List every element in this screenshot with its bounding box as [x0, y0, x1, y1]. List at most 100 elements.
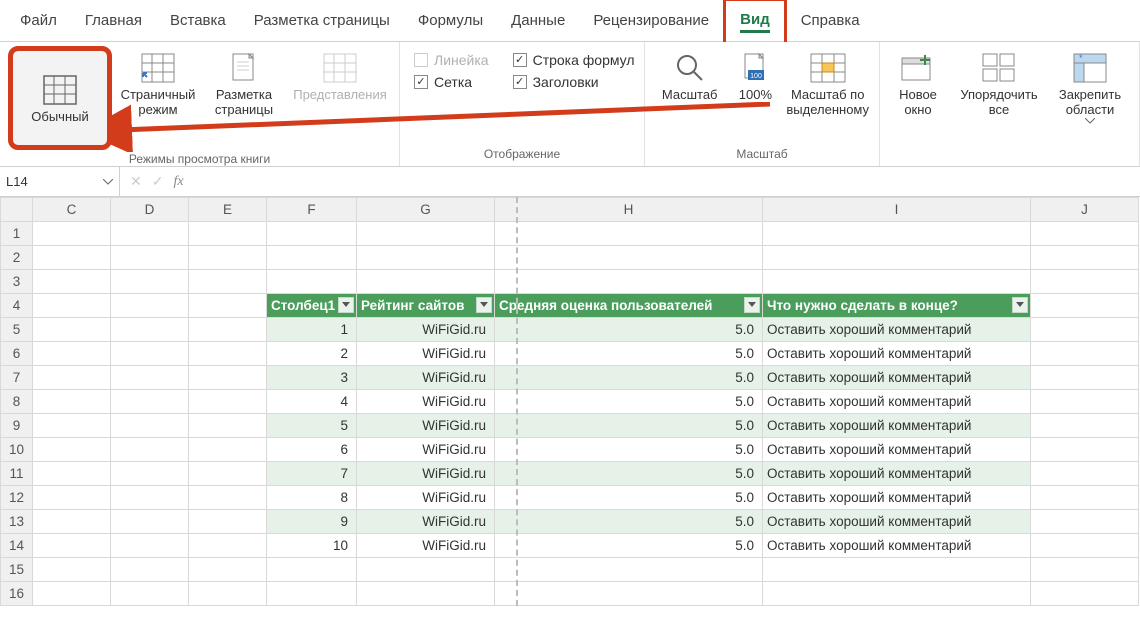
cell[interactable]	[33, 534, 111, 558]
cell[interactable]	[111, 558, 189, 582]
cell[interactable]: Оставить хороший комментарий	[763, 510, 1031, 534]
cell[interactable]	[33, 246, 111, 270]
cell[interactable]	[357, 246, 495, 270]
cell[interactable]: WiFiGid.ru	[357, 390, 495, 414]
cell[interactable]	[357, 558, 495, 582]
cell[interactable]	[111, 390, 189, 414]
cell[interactable]: Оставить хороший комментарий	[763, 462, 1031, 486]
filter-dropdown-icon[interactable]	[1012, 297, 1028, 313]
cell[interactable]	[33, 486, 111, 510]
zoom-to-selection-button[interactable]: Масштаб по выделенному	[784, 46, 871, 122]
tab-Формулы[interactable]: Формулы	[404, 2, 497, 39]
cell[interactable]	[111, 582, 189, 606]
cell[interactable]	[33, 414, 111, 438]
normal-view-button[interactable]: Обычный	[8, 46, 112, 150]
cell[interactable]	[1031, 438, 1139, 462]
cell[interactable]: WiFiGid.ru	[357, 414, 495, 438]
name-box[interactable]: L14	[0, 167, 120, 196]
column-header-H[interactable]: H	[495, 198, 763, 222]
table-header[interactable]: Что нужно сделать в конце?	[763, 294, 1031, 318]
new-window-button[interactable]: Новое окно	[888, 46, 948, 122]
cell[interactable]: 8	[267, 486, 357, 510]
row-header[interactable]: 12	[1, 486, 33, 510]
cell[interactable]	[111, 294, 189, 318]
cell[interactable]	[1031, 342, 1139, 366]
row-header[interactable]: 11	[1, 462, 33, 486]
cell[interactable]: 7	[267, 462, 357, 486]
row-header[interactable]: 9	[1, 414, 33, 438]
column-header-E[interactable]: E	[189, 198, 267, 222]
cell[interactable]: 5.0	[495, 510, 763, 534]
cell[interactable]: Оставить хороший комментарий	[763, 318, 1031, 342]
formula-input[interactable]	[194, 167, 1140, 196]
tab-Разметка страницы[interactable]: Разметка страницы	[240, 2, 404, 39]
cell[interactable]	[267, 222, 357, 246]
row-header[interactable]: 1	[1, 222, 33, 246]
tab-Рецензирование[interactable]: Рецензирование	[579, 2, 723, 39]
row-header[interactable]: 13	[1, 510, 33, 534]
cell[interactable]: 5.0	[495, 534, 763, 558]
cell[interactable]	[1031, 582, 1139, 606]
cell[interactable]: 5.0	[495, 318, 763, 342]
row-header[interactable]: 15	[1, 558, 33, 582]
cell[interactable]: Оставить хороший комментарий	[763, 390, 1031, 414]
row-header[interactable]: 6	[1, 342, 33, 366]
headings-checkbox[interactable]: ✓Заголовки	[513, 74, 635, 90]
cell[interactable]	[357, 222, 495, 246]
tab-Вставка[interactable]: Вставка	[156, 2, 240, 39]
cell[interactable]	[1031, 366, 1139, 390]
freeze-panes-button[interactable]: * Закрепить области	[1050, 46, 1130, 128]
cell[interactable]: Оставить хороший комментарий	[763, 438, 1031, 462]
cell[interactable]: WiFiGid.ru	[357, 510, 495, 534]
cell[interactable]	[189, 558, 267, 582]
column-header-I[interactable]: I	[763, 198, 1031, 222]
cell[interactable]	[1031, 390, 1139, 414]
cell[interactable]	[1031, 462, 1139, 486]
cell[interactable]	[763, 558, 1031, 582]
tab-Файл[interactable]: Файл	[6, 2, 71, 39]
cell[interactable]: 5	[267, 414, 357, 438]
cell[interactable]: 5.0	[495, 438, 763, 462]
cell[interactable]	[189, 246, 267, 270]
cell[interactable]: 6	[267, 438, 357, 462]
fx-icon[interactable]: fx	[173, 174, 183, 190]
cell[interactable]	[495, 270, 763, 294]
cell[interactable]: 2	[267, 342, 357, 366]
custom-views-button[interactable]: Представления	[290, 46, 390, 107]
cell[interactable]	[189, 270, 267, 294]
cell[interactable]	[495, 582, 763, 606]
cell[interactable]	[1031, 558, 1139, 582]
row-header[interactable]: 3	[1, 270, 33, 294]
cell[interactable]	[111, 414, 189, 438]
cell[interactable]	[1031, 246, 1139, 270]
cell[interactable]	[357, 270, 495, 294]
cell[interactable]	[1031, 486, 1139, 510]
cell[interactable]: Оставить хороший комментарий	[763, 342, 1031, 366]
cell[interactable]	[763, 246, 1031, 270]
cell[interactable]	[33, 390, 111, 414]
zoom-button[interactable]: Масштаб	[653, 46, 726, 107]
cancel-icon[interactable]: ✕	[130, 173, 142, 190]
cell[interactable]	[189, 222, 267, 246]
cell[interactable]	[357, 582, 495, 606]
row-header[interactable]: 7	[1, 366, 33, 390]
page-layout-view-button[interactable]: Разметка страницы	[204, 46, 284, 122]
cell[interactable]	[189, 486, 267, 510]
cell[interactable]: WiFiGid.ru	[357, 318, 495, 342]
cell[interactable]	[111, 486, 189, 510]
cell[interactable]	[33, 558, 111, 582]
cell[interactable]	[1031, 222, 1139, 246]
table-header[interactable]: Средняя оценка пользователей	[495, 294, 763, 318]
zoom-100-button[interactable]: 100 100%	[732, 46, 778, 107]
tab-Главная[interactable]: Главная	[71, 2, 156, 39]
cell[interactable]	[33, 270, 111, 294]
cell[interactable]: 5.0	[495, 414, 763, 438]
cell[interactable]: Оставить хороший комментарий	[763, 534, 1031, 558]
row-header[interactable]: 4	[1, 294, 33, 318]
tab-Справка[interactable]: Справка	[787, 2, 874, 39]
cell[interactable]	[111, 462, 189, 486]
cell[interactable]: 9	[267, 510, 357, 534]
column-header-D[interactable]: D	[111, 198, 189, 222]
column-header-F[interactable]: F	[267, 198, 357, 222]
cell[interactable]: Оставить хороший комментарий	[763, 366, 1031, 390]
